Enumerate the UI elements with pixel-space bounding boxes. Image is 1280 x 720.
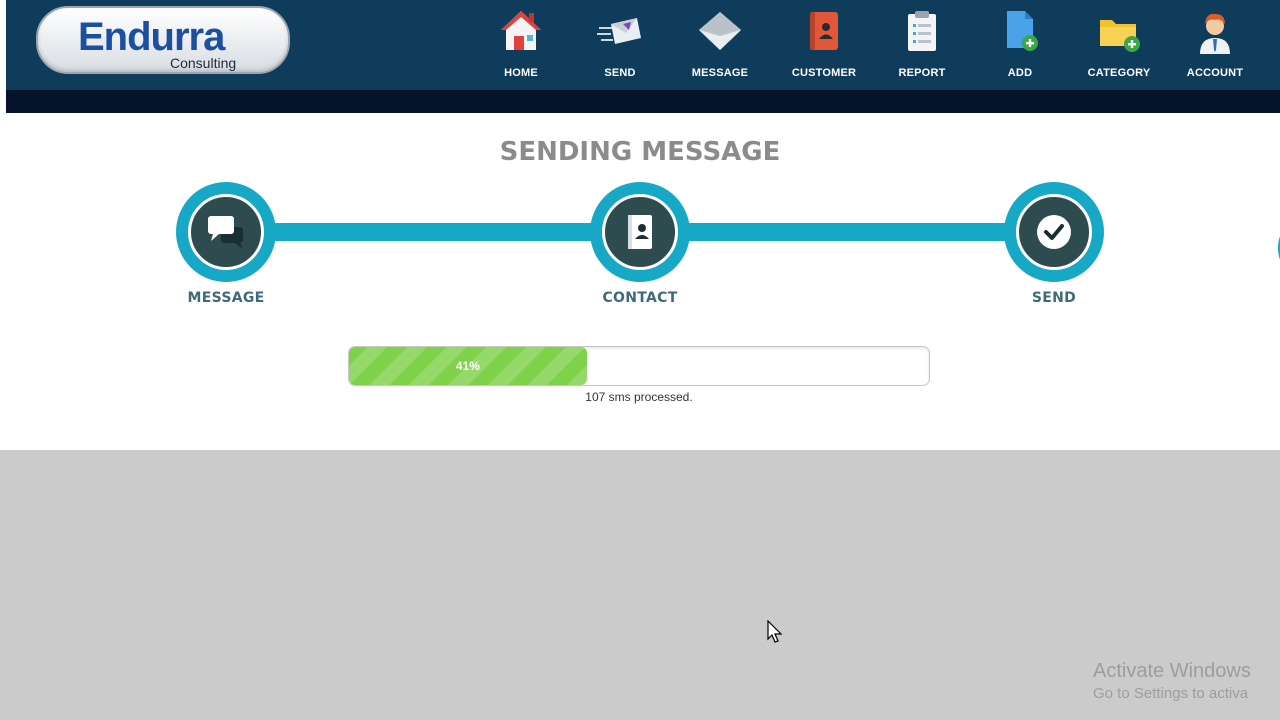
nav-label-add: ADD xyxy=(1007,67,1033,79)
step-circle-message xyxy=(176,182,276,282)
nav-item-category[interactable]: CATEGORY xyxy=(1074,8,1164,86)
add-folder-icon xyxy=(1100,20,1140,52)
nav-item-customer[interactable]: CUSTOMER xyxy=(779,8,869,86)
step-inner-send xyxy=(1016,194,1092,270)
add-file-icon xyxy=(1007,11,1038,51)
nav-label-send: SEND xyxy=(604,67,636,79)
nav-label-account: ACCOUNT xyxy=(1186,67,1244,79)
step-label-message: MESSAGE xyxy=(187,290,265,306)
nav-label-message: MESSAGE xyxy=(691,67,749,79)
activate-windows-watermark: Activate Windows Go to Settings to activ… xyxy=(1093,660,1251,702)
contact-card-icon xyxy=(628,215,652,249)
top-navigation-header: Endurra Consulting HOME SEND MESSAGE CUS… xyxy=(6,0,1280,90)
progress-bar-fill: 41% xyxy=(349,347,587,385)
header-underbar xyxy=(6,90,1280,113)
sending-panel: SENDING MESSAGE MESSAGE CONTACT SEND 41%… xyxy=(6,113,1280,450)
nav-item-report[interactable]: REPORT xyxy=(877,8,967,86)
watermark-subtitle: Go to Settings to activa xyxy=(1093,685,1249,702)
offscreen-nav-item-edge xyxy=(1272,40,1280,80)
send-icon xyxy=(597,18,641,44)
main-nav: HOME SEND MESSAGE CUSTOMER REPORT ADD CA… xyxy=(6,0,1280,90)
watermark-title: Activate Windows xyxy=(1093,660,1251,682)
step-send: SEND xyxy=(1004,182,1104,306)
page: Endurra Consulting HOME SEND MESSAGE CUS… xyxy=(0,0,1280,720)
contact-book-icon xyxy=(810,12,838,50)
nav-label-customer: CUSTOMER xyxy=(791,67,857,79)
step-inner-contact xyxy=(602,194,678,270)
mouse-cursor-icon xyxy=(767,620,783,643)
envelope-icon xyxy=(699,12,741,50)
step-message: MESSAGE xyxy=(176,182,276,306)
progress-bar: 41% xyxy=(348,346,930,386)
step-label-send: SEND xyxy=(1031,290,1077,306)
nav-label-report: REPORT xyxy=(898,67,946,79)
checkmark-icon xyxy=(1037,215,1071,249)
nav-label-category: CATEGORY xyxy=(1087,67,1151,79)
step-contact: CONTACT xyxy=(590,182,690,306)
step-progress: MESSAGE CONTACT SEND xyxy=(6,113,1280,313)
step-inner-message xyxy=(188,194,264,270)
nav-item-home[interactable]: HOME xyxy=(476,8,566,86)
offscreen-step-edge xyxy=(1272,218,1280,278)
step-circle-contact xyxy=(590,182,690,282)
step-circle-send xyxy=(1004,182,1104,282)
nav-item-send[interactable]: SEND xyxy=(575,8,665,86)
nav-item-account[interactable]: ACCOUNT xyxy=(1170,8,1260,86)
user-icon xyxy=(1200,13,1230,54)
progress-percent-label: 41% xyxy=(455,359,480,373)
nav-item-add[interactable]: ADD xyxy=(975,8,1065,86)
nav-label-home: HOME xyxy=(504,67,538,79)
progress-caption: 107 sms processed. xyxy=(585,390,693,404)
step-label-contact: CONTACT xyxy=(602,290,678,306)
home-icon xyxy=(501,11,541,50)
chat-bubble-icon xyxy=(208,216,243,249)
clipboard-icon xyxy=(908,11,936,51)
nav-item-message[interactable]: MESSAGE xyxy=(675,8,765,86)
